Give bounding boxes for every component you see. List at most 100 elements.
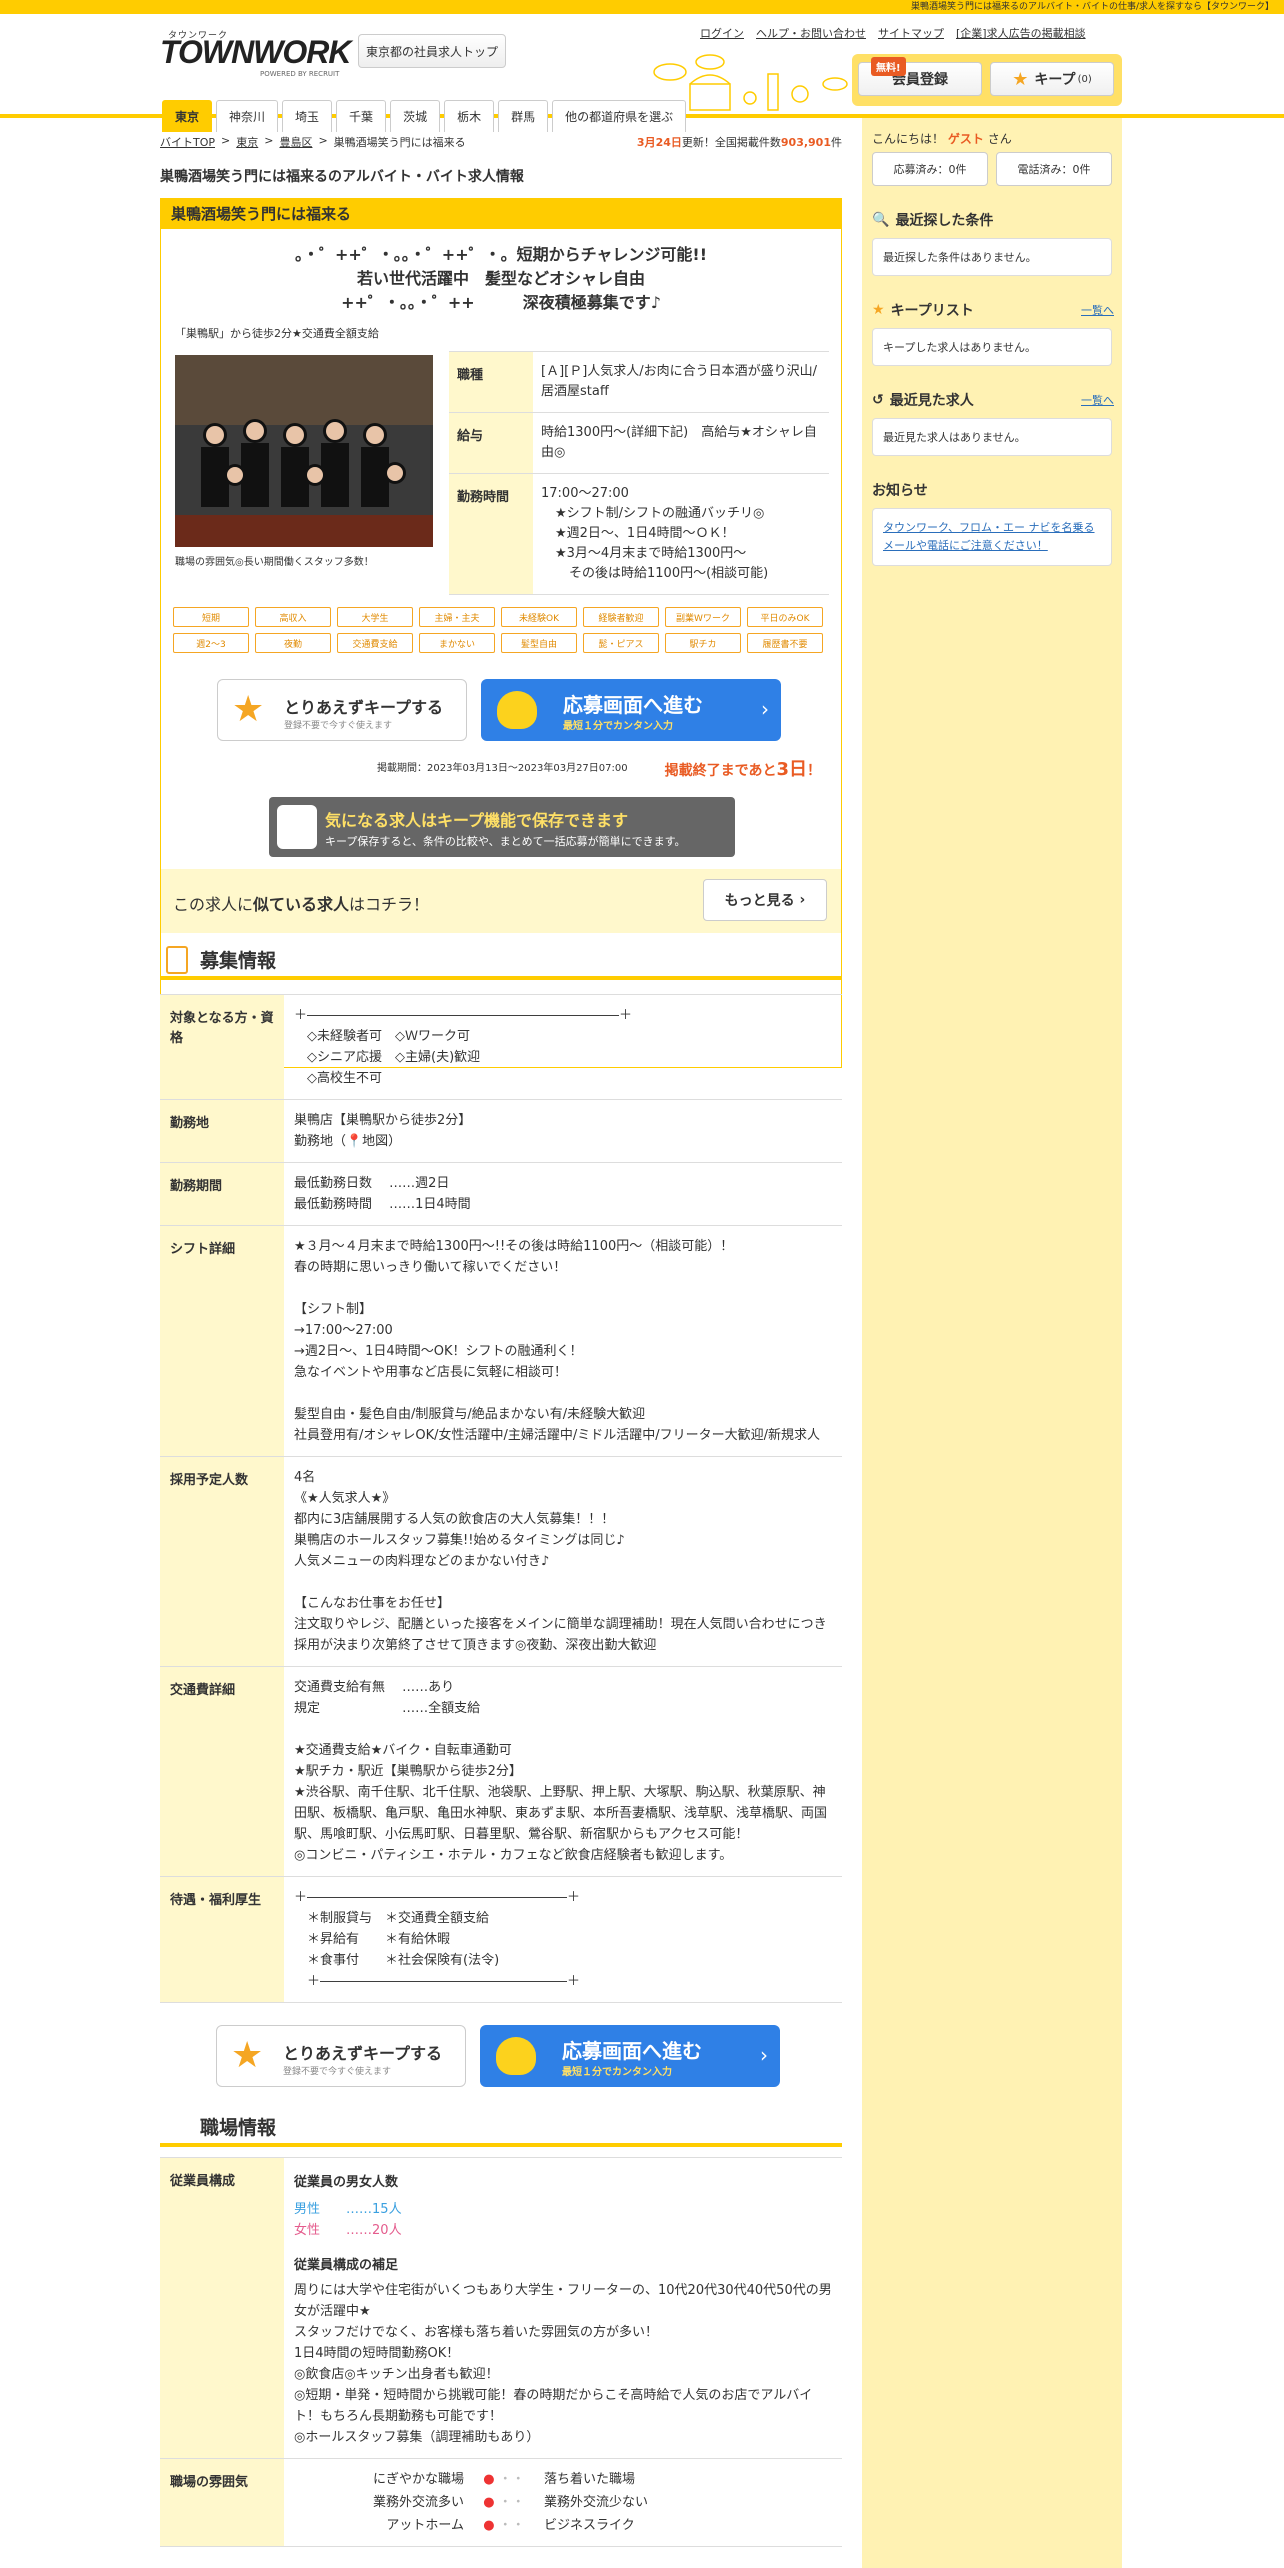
logo-sub: POWERED BY RECRUIT: [260, 70, 340, 78]
catch-copy: 。・゜++゜・。。・゜++゜・。短期からチャレンジ可能!! 若い世代活躍中 髪型…: [294, 245, 708, 312]
header-links: ログイン ヘルプ・お問い合わせ サイトマップ [企業]求人広告の掲載相談: [700, 25, 1086, 41]
document-icon: [166, 946, 188, 974]
tag[interactable]: 副業Wワーク: [665, 607, 741, 627]
star-icon: ★: [231, 2035, 264, 2076]
tab-chiba[interactable]: 千葉: [336, 100, 387, 132]
tag[interactable]: 未経験OK: [501, 607, 577, 627]
notice-link[interactable]: タウンワーク、フロム・エー ナビを名乗るメールや電話にご注意ください！: [872, 508, 1112, 566]
workplace-section-title: 職場情報: [160, 2111, 842, 2147]
breadcrumb: バイトTOP > 東京 > 豊島区 > 巣鴨酒場笑う門には福来る: [160, 134, 466, 150]
search-icon: 🔍: [872, 212, 890, 228]
days-remaining: 掲載終了まであと3日！: [664, 759, 821, 780]
tag[interactable]: 経験者歓迎: [583, 607, 659, 627]
total-count: 903,901: [780, 136, 831, 149]
history-icon: ↺: [872, 392, 884, 408]
job-summary-table: 職種 [Ａ][Ｐ]人気求人/お肉に合う日本酒が盛り沢山/居酒屋staff 給与 時給…: [449, 351, 829, 595]
workplace-table: 従業員構成 従業員の男女人数 男性 ……15人 女性 ……20人 従業員構成の補…: [160, 2157, 842, 2547]
tag[interactable]: 短期: [173, 607, 249, 627]
atmosphere-scale: ● ・・: [483, 2518, 525, 2533]
more-button[interactable]: もっと見る ›: [703, 879, 827, 921]
chevron-right-icon: ›: [760, 2043, 768, 2067]
keep-cta-button[interactable]: ★ とりあえずキープする 登録不要で今すぐ使えます: [217, 679, 467, 741]
work-time-label: 勤務時間: [449, 473, 533, 595]
pref-top-button[interactable]: 東京都の社員求人トップ: [358, 34, 506, 68]
breadcrumb-tokyo[interactable]: 東京: [236, 134, 258, 150]
greeting: こんにちは！ ゲスト さん: [872, 132, 1012, 146]
star-icon: ★: [1012, 68, 1029, 90]
keep-button[interactable]: ★ キープ (0): [990, 62, 1114, 96]
sitemap-link[interactable]: サイトマップ: [878, 25, 944, 41]
keep-list-link[interactable]: 一覧へ: [1081, 302, 1114, 318]
work-time-value: 17:00～27:00 ★シフト制/シフトの融通バッチリ◎ ★週2日～、1日4時…: [533, 473, 829, 595]
tag[interactable]: 髪型自由: [501, 633, 577, 653]
bird-icon: [497, 691, 537, 729]
pay-label: 給与: [449, 412, 533, 474]
keep-label: キープ: [1034, 72, 1076, 88]
recently-viewed-link[interactable]: 一覧へ: [1081, 392, 1114, 408]
logo-text: TOWNWORK: [160, 34, 351, 70]
atmosphere-label: 職場の雰囲気: [160, 2458, 284, 2547]
prefecture-tabs: 東京 神奈川 埼玉 千葉 茨城 栃木 群馬 他の都道府県を選ぶ: [162, 100, 687, 132]
applied-count-button[interactable]: 応募済み：0件: [872, 152, 988, 186]
job-type-value: [Ａ][Ｐ]人気求人/お肉に合う日本酒が盛り沢山/居酒屋staff: [533, 351, 829, 413]
help-link[interactable]: ヘルプ・お問い合わせ: [756, 25, 866, 41]
login-link[interactable]: ログイン: [700, 25, 744, 41]
tag[interactable]: 高収入: [255, 607, 331, 627]
recruit-table: 対象となる方・資格 ＋――――――――――――――――――――――――＋ ◇未経験…: [160, 994, 842, 2003]
tag[interactable]: 履歴書不要: [747, 633, 823, 653]
townwork-logo[interactable]: タウンワーク TOWNWORK POWERED BY RECRUIT: [160, 28, 351, 78]
tag[interactable]: 駅チカ: [665, 633, 741, 653]
user-panel: 無料! 会員登録 ★ キープ (0): [852, 54, 1122, 106]
ad-inquiry-link[interactable]: [企業]求人広告の掲載相談: [956, 25, 1086, 41]
tag[interactable]: 大学生: [337, 607, 413, 627]
tag[interactable]: 主婦・主夫: [419, 607, 495, 627]
tag[interactable]: 髭・ピアス: [583, 633, 659, 653]
job-name: 巣鴨酒場笑う門には福来る: [161, 199, 841, 229]
tab-tochigi[interactable]: 栃木: [444, 100, 495, 132]
access-line: 「巣鴨駅」から徒歩2分★交通費全額支給: [175, 327, 379, 340]
cta-row-bottom: ★ とりあえずキープする 登録不要で今すぐ使えます 応募画面へ進む 最短１分でカ…: [216, 2025, 780, 2087]
atmosphere-scale: ● ・・: [483, 2495, 525, 2510]
job-photo[interactable]: [175, 355, 433, 547]
staff-label: 従業員構成: [160, 2157, 284, 2459]
tab-kanagawa[interactable]: 神奈川: [216, 100, 279, 132]
breadcrumb-toshima[interactable]: 豊島区: [279, 134, 312, 150]
table-row: 職場の雰囲気 にぎやかな職場 ● ・・ 落ち着いた職場 業務外交流多い ● ・・…: [160, 2458, 842, 2547]
keep-cta-button[interactable]: ★ とりあえずキープする 登録不要で今すぐ使えます: [216, 2025, 466, 2087]
table-row: シフト詳細 ★３月～４月末まで時給1300円～!!その後は時給1100円～（相談可…: [160, 1225, 842, 1457]
table-row: 待遇・福利厚生 ＋――――――――――――――――――――＋ ＊制服貸与 ＊交通費…: [160, 1876, 842, 2003]
tag[interactable]: 夜勤: [255, 633, 331, 653]
recently-viewed: ↺ 最近見た求人 一覧へ 最近見た求人はありません。: [862, 390, 1122, 456]
pay-value: 時給1300円～(詳細下記) 高給与★オシャレ自由◎: [533, 412, 829, 474]
update-date: 3月24日: [636, 136, 682, 149]
recruit-section-title: 募集情報: [160, 944, 842, 980]
tab-gunma[interactable]: 群馬: [498, 100, 549, 132]
apply-cta-button[interactable]: 応募画面へ進む 最短１分でカンタン入力 ›: [480, 2025, 780, 2087]
tag[interactable]: まかない: [419, 633, 495, 653]
tag[interactable]: 平日のみOK: [747, 607, 823, 627]
called-count-button[interactable]: 電話済み：0件: [996, 152, 1112, 186]
tab-tokyo[interactable]: 東京: [162, 100, 213, 132]
breadcrumb-top[interactable]: バイトTOP: [160, 134, 215, 150]
apply-cta-button[interactable]: 応募画面へ進む 最短１分でカンタン入力 ›: [481, 679, 781, 741]
member-register-button[interactable]: 無料! 会員登録: [858, 57, 982, 96]
top-strip: 巣鴨酒場笑う門には福来るのアルバイト・バイトの仕事/求人を探すなら【タウンワーク…: [0, 0, 1284, 14]
chevron-right-icon: ›: [761, 697, 769, 721]
update-info: 3月24日更新！全国掲載件数903,901件: [636, 136, 842, 149]
table-row: 勤務地 巣鴨店【巣鴨駅から徒歩2分】 勤務地（📍地図）: [160, 1099, 842, 1163]
feature-tags: 短期 高収入 大学生 主婦・主夫 未経験OK 経験者歓迎 副業Wワーク 平日のみ…: [173, 607, 833, 653]
tag[interactable]: 週2～3: [173, 633, 249, 653]
recent-conditions: 🔍 最近探した条件 最近探した条件はありません。: [862, 210, 1122, 276]
keep-feature-banner[interactable]: 気になる求人はキープ機能で保存できます キープ保存すると、条件の比較や、まとめて…: [269, 797, 735, 857]
keep-count: (0): [1077, 73, 1092, 85]
job-card: 巣鴨酒場笑う門には福来る 。・゜++゜・。。・゜++゜・。短期からチャレンジ可能…: [160, 198, 842, 1068]
keep-list: ★ キープリスト 一覧へ キープした求人はありません。: [862, 300, 1122, 366]
tab-saitama[interactable]: 埼玉: [282, 100, 333, 132]
tab-other-prefs[interactable]: 他の都道府県を選ぶ: [552, 100, 687, 132]
sidebar: こんにちは！ ゲスト さん 応募済み：0件 電話済み：0件 🔍 最近探した条件 最…: [862, 118, 1122, 2568]
job-type-label: 職種: [449, 351, 533, 413]
tag[interactable]: 交通費支給: [337, 633, 413, 653]
site-header: タウンワーク TOWNWORK POWERED BY RECRUIT 東京都の社…: [0, 14, 1284, 132]
tab-ibaraki[interactable]: 茨城: [390, 100, 441, 132]
similar-jobs-bar: この求人に似ている求人はコチラ！ もっと見る ›: [161, 869, 841, 933]
